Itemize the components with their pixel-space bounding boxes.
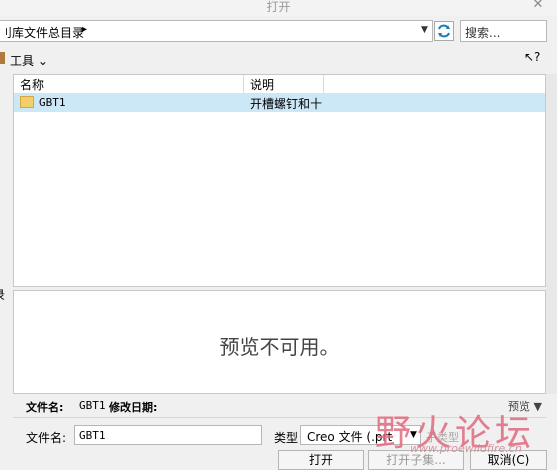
list-item-description: 开槽螺钉和十 <box>250 97 323 111</box>
column-header-name[interactable]: 名称 <box>20 76 44 93</box>
chevron-down-icon[interactable]: ▼ <box>421 25 428 35</box>
scrollbar[interactable] <box>546 74 557 394</box>
search-input[interactable]: 搜索... <box>460 20 547 42</box>
filename-label: 文件名: <box>26 431 67 445</box>
chevron-right-icon[interactable]: ▸ <box>82 24 87 35</box>
folder-icon <box>20 96 34 108</box>
address-bar[interactable]: 刂库文件总目录 ▸ ▼ <box>0 20 433 42</box>
preview-pane: 预览不可用。 <box>13 290 546 394</box>
column-divider[interactable] <box>243 75 244 93</box>
tools-menu[interactable]: 工具 ⌄ <box>10 52 48 69</box>
search-placeholder: 搜索... <box>465 26 501 40</box>
open-button[interactable]: 打开 <box>278 450 364 470</box>
address-path: 刂库文件总目录 <box>0 26 85 40</box>
title-bar: 打开 ✕ <box>0 0 557 16</box>
filename-field[interactable]: GBT1 <box>74 425 262 445</box>
watermark-url: www.proewildfire.cn <box>410 442 522 455</box>
refresh-button[interactable] <box>434 21 454 41</box>
help-icon[interactable]: ↖? <box>524 50 540 64</box>
file-list[interactable]: 名称 说明 GBT1 开槽螺钉和十 <box>13 74 546 287</box>
info-filename-label: 文件名: <box>26 401 64 414</box>
type-label: 类型 <box>274 431 299 445</box>
info-filename-value: GBT1 <box>79 399 106 412</box>
list-item[interactable]: GBT1 开槽螺钉和十 <box>14 94 545 112</box>
left-pane-label: 录 <box>0 286 5 303</box>
list-item-name: GBT1 <box>39 96 66 109</box>
tools-icon <box>0 52 5 64</box>
refresh-icon <box>438 24 450 38</box>
column-divider[interactable] <box>323 75 324 93</box>
column-header-description[interactable]: 说明 <box>250 76 274 93</box>
preview-message: 预览不可用。 <box>219 335 340 359</box>
list-header: 名称 说明 <box>14 75 545 94</box>
filename-value: GBT1 <box>79 429 106 442</box>
info-modified-label: 修改日期: <box>109 401 158 414</box>
close-icon[interactable]: ✕ <box>530 0 546 12</box>
left-pane: 录 <box>0 72 10 392</box>
window-title: 打开 <box>266 0 291 14</box>
